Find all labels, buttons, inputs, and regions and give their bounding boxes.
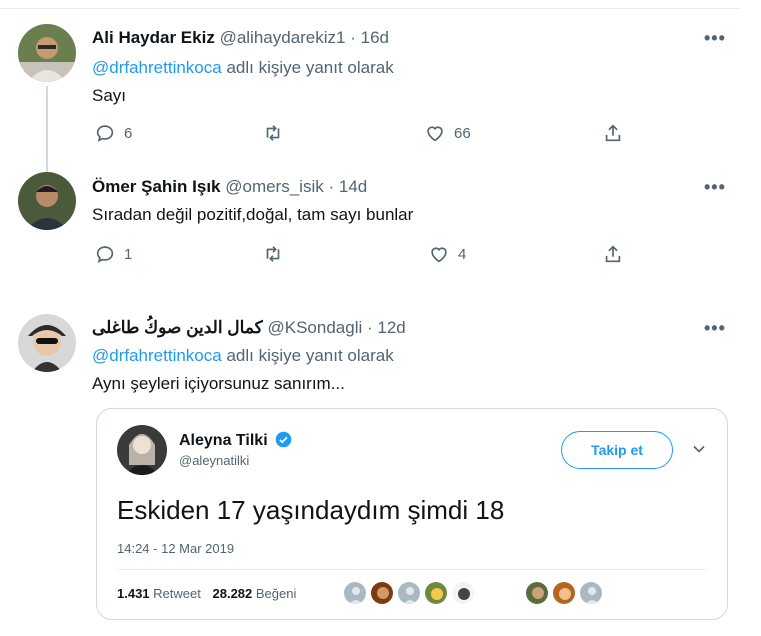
embedded-author-name-text: Aleyna Tilki [179, 432, 268, 449]
tweet-text: Sıradan değil pozitif,doğal, tam sayı bu… [92, 205, 414, 224]
tweet-text: Sayı [92, 86, 127, 105]
share-icon [605, 124, 621, 142]
more-options-button[interactable]: ••• [704, 28, 726, 49]
heart-icon [427, 126, 443, 142]
separator: · [350, 28, 356, 47]
thread-line [46, 86, 48, 172]
liker-avatar[interactable] [343, 581, 367, 605]
tweet-time[interactable]: 12d [377, 318, 405, 337]
embedded-tweet-text: Eskiden 17 yaşındaydım şimdi 18 [117, 495, 505, 525]
follow-button[interactable]: Takip et [561, 431, 673, 469]
like-button[interactable]: 66 [424, 122, 471, 144]
share-icon [605, 245, 621, 263]
reply-count: 1 [124, 245, 133, 263]
tweet-header: Ali Haydar Ekiz @alihaydarekiz1 · 16d [92, 28, 389, 48]
embedded-tweet-date[interactable]: 14:24 - 12 Mar 2019 [117, 541, 234, 556]
embedded-author-handle[interactable]: @aleynatilki [179, 453, 249, 468]
liker-avatar[interactable] [370, 581, 394, 605]
liker-avatar[interactable] [525, 581, 549, 605]
reply-button[interactable]: 6 [94, 122, 132, 144]
author-name[interactable]: كمال الدين صوكُ طاغلى [92, 318, 263, 337]
retweet-label[interactable]: Retweet [153, 586, 201, 601]
liker-avatars [343, 581, 475, 605]
tweet-header: Ömer Şahin Işık @omers_isik · 14d [92, 177, 367, 197]
retweet-total: 1.431 [117, 586, 150, 601]
tweet-time[interactable]: 16d [361, 28, 389, 47]
share-button[interactable] [602, 243, 624, 265]
embedded-divider [117, 569, 707, 570]
retweet-icon [266, 125, 280, 141]
like-total: 28.282 [212, 586, 253, 601]
tweet-time[interactable]: 14d [339, 177, 367, 196]
reply-context: @drfahrettinkoca adlı kişiye yanıt olara… [92, 58, 394, 78]
liker-avatar[interactable] [552, 581, 576, 605]
embedded-stats: 1.431 Retweet 28.282 Beğeni [117, 586, 296, 601]
tweet-header: كمال الدين صوكُ طاغلى @KSondagli · 12d [92, 318, 406, 338]
reply-icon [96, 246, 114, 263]
verified-badge-icon [275, 431, 292, 448]
reply-context-text: adlı kişiye yanıt olarak [226, 346, 394, 365]
more-options-button[interactable]: ••• [704, 177, 726, 198]
author-handle[interactable]: @omers_isik [225, 177, 324, 196]
reply-button[interactable]: 1 [94, 243, 132, 265]
like-count: 4 [458, 245, 467, 263]
liker-avatar[interactable] [397, 581, 421, 605]
liker-avatar[interactable] [424, 581, 448, 605]
author-name[interactable]: Ali Haydar Ekiz [92, 28, 215, 47]
chevron-down-icon[interactable] [689, 439, 709, 459]
top-divider [0, 8, 740, 9]
heart-icon [431, 247, 447, 263]
like-count: 66 [454, 124, 471, 142]
avatar-omer-sahin-isik[interactable] [18, 172, 76, 230]
tweet-text: Aynı şeyleri içiyorsunuz sanırım... [92, 374, 345, 393]
reply-mention-link[interactable]: @drfahrettinkoca [92, 58, 222, 77]
liker-avatars [525, 581, 603, 605]
author-handle[interactable]: @KSondagli [267, 318, 362, 337]
embedded-tweet-card[interactable]: Aleyna Tilki @aleynatilki Takip et Eskid… [96, 408, 728, 620]
reply-icon [96, 125, 114, 142]
reply-context-text: adlı kişiye yanıt olarak [226, 58, 394, 77]
separator: · [366, 318, 373, 337]
retweet-button[interactable] [262, 122, 292, 144]
reply-mention-link[interactable]: @drfahrettinkoca [92, 346, 222, 365]
separator: · [328, 177, 335, 196]
reply-count: 6 [124, 124, 133, 142]
retweet-button[interactable] [262, 243, 292, 265]
share-button[interactable] [602, 122, 624, 144]
author-handle[interactable]: @alihaydarekiz1 [220, 28, 346, 47]
like-label[interactable]: Beğeni [256, 586, 296, 601]
more-options-button[interactable]: ••• [704, 318, 726, 339]
avatar-ksondagli[interactable] [18, 314, 76, 372]
author-name[interactable]: Ömer Şahin Işık [92, 177, 221, 196]
liker-avatar[interactable] [451, 581, 475, 605]
reply-context: @drfahrettinkoca adlı kişiye yanıt olara… [92, 346, 394, 366]
like-button[interactable]: 4 [428, 243, 466, 265]
liker-avatar[interactable] [579, 581, 603, 605]
avatar-aleyna-tilki[interactable] [117, 425, 167, 475]
retweet-icon [266, 246, 280, 262]
avatar-ali-haydar-ekiz[interactable] [18, 24, 76, 82]
embedded-author-name[interactable]: Aleyna Tilki [179, 431, 292, 450]
